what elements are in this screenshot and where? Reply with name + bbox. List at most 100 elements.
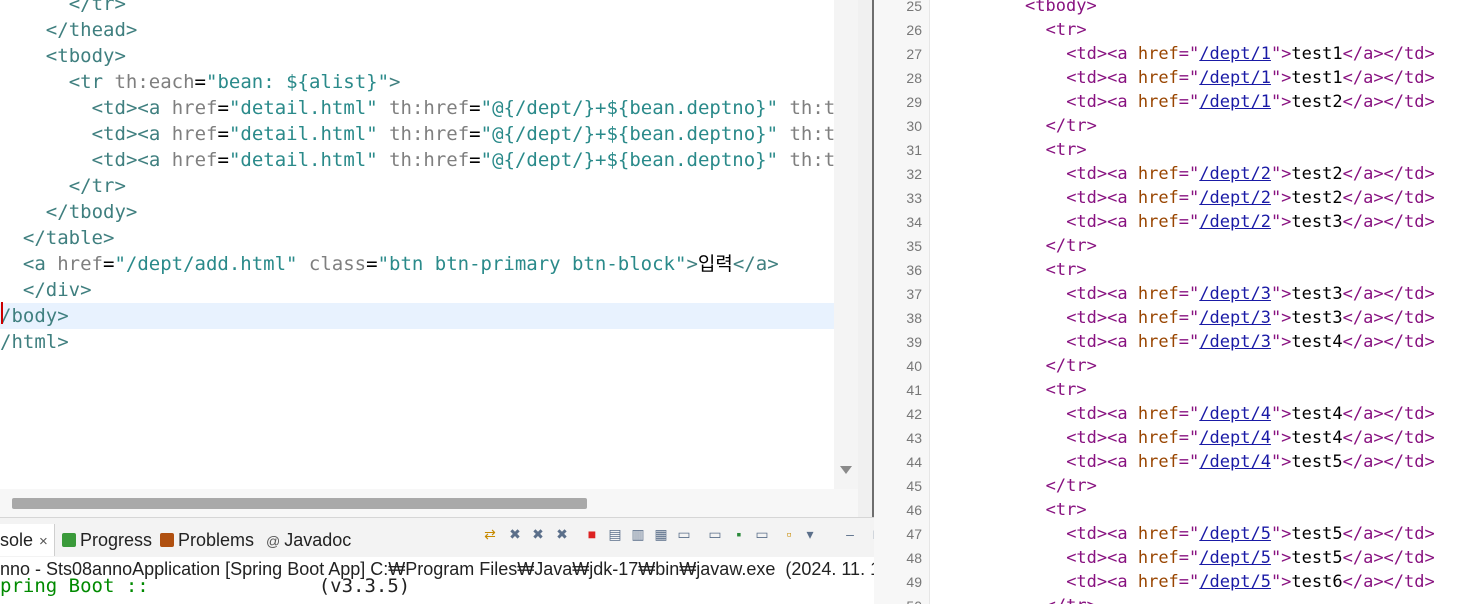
tag-bracket: <	[1025, 0, 1036, 16]
source-link[interactable]: /dept/2	[1199, 212, 1271, 232]
tag-bracket: <	[1045, 500, 1056, 520]
code-token: a	[34, 253, 46, 275]
source-link[interactable]: /dept/3	[1199, 284, 1271, 304]
source-line: <td><a href="/dept/2">test3</a></td>	[1066, 210, 1435, 234]
close-icon[interactable]: ×	[39, 533, 48, 550]
tag-close: </a></td>	[1342, 188, 1435, 208]
attr-quote: ="	[1178, 68, 1200, 88]
source-link[interactable]: /dept/4	[1199, 404, 1271, 424]
editor-vertical-scrollbar[interactable]	[834, 0, 858, 489]
code-token: a	[755, 253, 768, 275]
tab-progress-label: Progress	[80, 530, 153, 550]
source-line: <tr>	[1046, 258, 1087, 282]
code-token: tr	[91, 175, 115, 197]
code-token: tr	[91, 0, 115, 15]
code-token: 입력	[697, 253, 733, 275]
tag-close: </a></td>	[1342, 212, 1435, 232]
tab-javadoc[interactable]: @ Javadoc	[266, 528, 351, 552]
code-token: =	[469, 123, 481, 145]
tag-name: tr	[1066, 236, 1087, 256]
attr-quote: ="	[1178, 308, 1200, 328]
tag-close: </a></td>	[1342, 428, 1435, 448]
code-token: "btn btn-primary btn-block"	[377, 253, 687, 275]
source-link[interactable]: /dept/1	[1199, 44, 1271, 64]
tag-open: <td><a	[1066, 44, 1138, 64]
attr-quote: ">	[1270, 212, 1292, 232]
open-console-icon[interactable]: ▫	[781, 526, 797, 542]
stop-icon[interactable]: ■	[584, 526, 600, 542]
source-link[interactable]: /dept/4	[1199, 452, 1271, 472]
scroll-lock-icon[interactable]: ▥	[630, 526, 646, 542]
source-link[interactable]: /dept/5	[1199, 548, 1271, 568]
tab-problems[interactable]: Problems	[160, 528, 254, 552]
source-link[interactable]: /dept/3	[1199, 308, 1271, 328]
editor-line[interactable]: /body>	[0, 303, 834, 329]
code-token: </	[45, 201, 69, 223]
editor-line[interactable]: <a href="/dept/add.html" class="btn btn-…	[0, 251, 857, 277]
editor-line[interactable]: <td><a href="detail.html" th:href="@{/de…	[0, 95, 858, 121]
tag-open: <td><a	[1066, 92, 1138, 112]
code-token: >	[57, 305, 69, 327]
editor-line[interactable]: <td><a href="detail.html" th:href="@{/de…	[0, 147, 858, 173]
show-on-output-icon[interactable]: ▭	[676, 526, 692, 542]
editor-line[interactable]: </table>	[0, 225, 857, 251]
horizontal-scroll-thumb[interactable]	[12, 498, 587, 509]
tab-progress[interactable]: Progress	[62, 528, 152, 552]
attr-quote: ">	[1270, 68, 1292, 88]
terminate-all-icon[interactable]: ⇄	[482, 526, 498, 542]
editor-line[interactable]: </tr>	[0, 173, 858, 199]
source-link[interactable]: /dept/1	[1199, 68, 1271, 88]
code-token: a	[148, 123, 161, 145]
attr-quote: ="	[1178, 332, 1200, 352]
source-link[interactable]: /dept/5	[1199, 572, 1271, 592]
source-line: <tbody>	[1025, 0, 1097, 18]
view-splitter[interactable]	[858, 0, 876, 604]
tab-console[interactable]: sole ×	[0, 524, 55, 556]
editor-line[interactable]: <tr th:each="bean: ${alist}">	[0, 69, 858, 95]
tag-bracket: >	[1086, 0, 1097, 16]
code-token: href	[45, 253, 103, 275]
attr-name: href	[1137, 188, 1179, 208]
source-link[interactable]: /dept/2	[1199, 164, 1271, 184]
code-token: th:href	[377, 97, 470, 119]
code-token: <	[68, 71, 81, 93]
editor-line[interactable]: <td><a href="detail.html" th:href="@{/de…	[0, 121, 858, 147]
tag-name: tr	[1055, 20, 1077, 40]
editor-horizontal-scrollbar[interactable]	[0, 489, 858, 517]
source-link[interactable]: /dept/3	[1199, 332, 1271, 352]
editor-line[interactable]: </tr>	[0, 0, 858, 17]
line-number: 25	[906, 0, 922, 14]
html-editor[interactable]: </tr> </thead> <tbody> <tr th:each="bean: $…	[0, 0, 858, 489]
source-link[interactable]: /dept/4	[1199, 428, 1271, 448]
remove-icon[interactable]: ✖	[507, 526, 523, 542]
remove-all-icon[interactable]: ✖	[530, 526, 546, 542]
remove-launched-icon[interactable]: ✖	[554, 526, 570, 542]
editor-line[interactable]: <tbody>	[0, 43, 858, 69]
word-wrap-icon[interactable]: ▦	[653, 526, 669, 542]
show-on-error-icon[interactable]: ▭	[707, 526, 723, 542]
code-token: <	[91, 97, 104, 119]
source-link[interactable]: /dept/1	[1199, 92, 1271, 112]
pin-console-icon[interactable]: ▪	[731, 526, 747, 542]
dropdown-icon[interactable]: ▾	[802, 526, 818, 542]
tag-open: <td><a	[1066, 428, 1138, 448]
source-link[interactable]: /dept/5	[1199, 524, 1271, 544]
progress-icon	[62, 533, 76, 547]
tag-close: </a></td>	[1342, 524, 1435, 544]
page-source-view[interactable]: 25 26 27 28 29 30 31 32 33 34 35 36 37 38 39 40 41 42 43 44…	[874, 0, 1480, 604]
editor-line[interactable]: </thead>	[0, 17, 858, 43]
editor-line[interactable]: /html>	[0, 329, 834, 355]
tag-name: tr	[1055, 260, 1077, 280]
source-line: </tr>	[1046, 354, 1097, 378]
source-link[interactable]: /dept/2	[1199, 188, 1271, 208]
minimize-icon[interactable]: –	[842, 526, 858, 542]
display-selected-console-icon[interactable]: ▭	[754, 526, 770, 542]
code-token: >	[125, 201, 138, 223]
editor-line[interactable]: </div>	[0, 277, 857, 303]
editor-line[interactable]: </tbody>	[0, 199, 858, 225]
code-token: =	[366, 253, 378, 275]
scroll-down-arrow-icon[interactable]	[840, 466, 852, 474]
source-line: <tr>	[1046, 378, 1087, 402]
clear-console-icon[interactable]: ▤	[607, 526, 623, 542]
console-output[interactable]: nno - Sts08annoApplication [Spring Boot …	[0, 557, 874, 604]
